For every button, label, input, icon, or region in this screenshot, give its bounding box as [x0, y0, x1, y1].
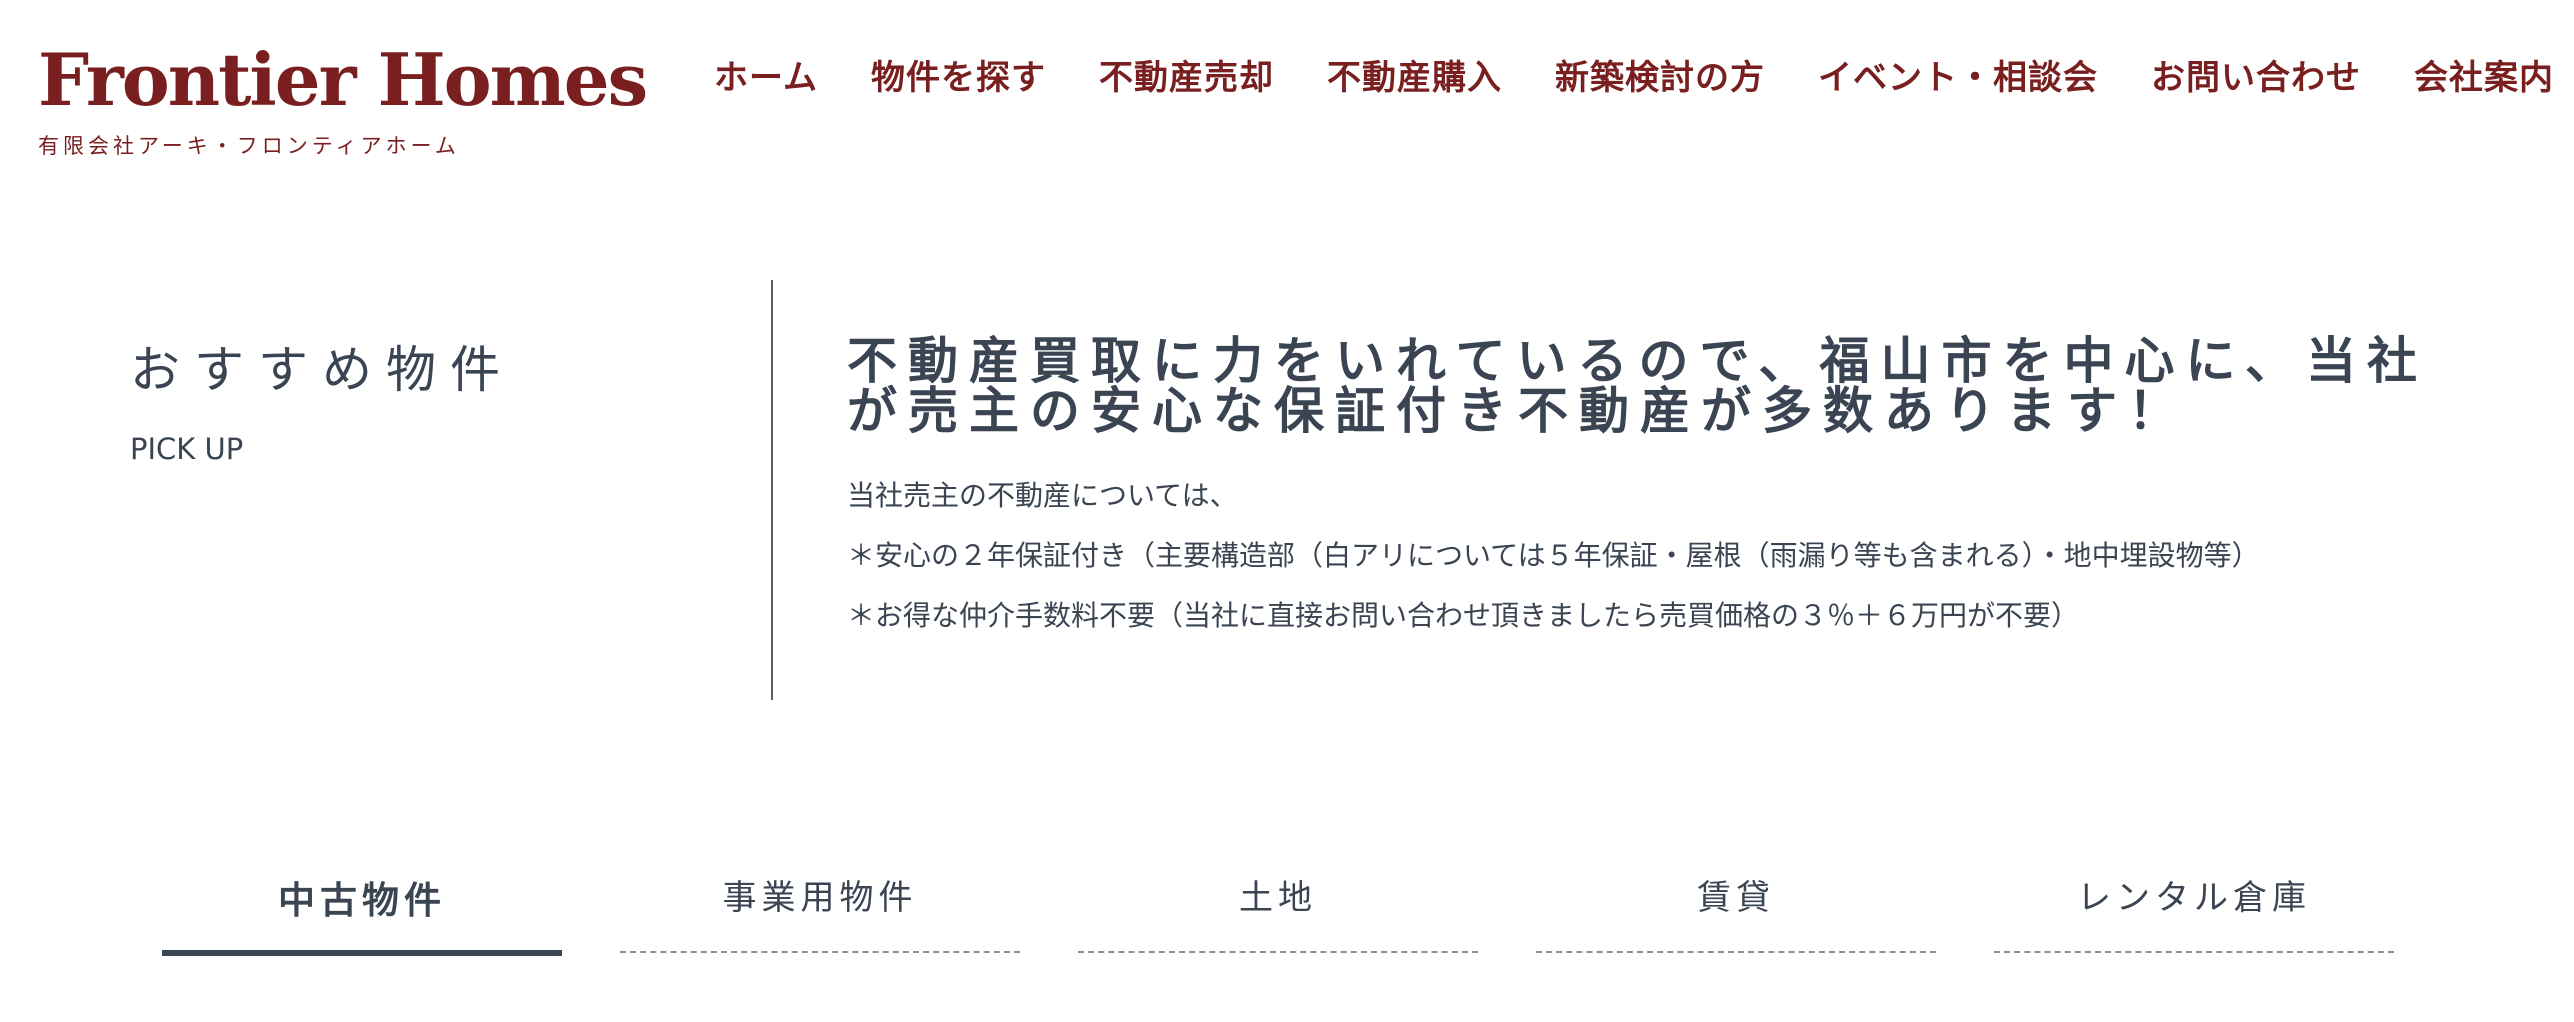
pickup-description: 当社売主の不動産については、 ＊安心の２年保証付き（主要構造部（白アリについては… [847, 466, 2420, 646]
nav-item-buy[interactable]: 不動産購入 [1327, 50, 1502, 99]
tab-rental[interactable]: 賃貸 [1536, 858, 1936, 953]
page: Frontier Homes 有限会社アーキ・フロンティアホーム ホーム 物件を… [0, 0, 2574, 1022]
tab-land[interactable]: 土地 [1078, 858, 1478, 953]
tab-underline [1994, 951, 2394, 953]
pickup-lead-line: が売主の安心な保証付き不動産が多数あります！ [847, 382, 2189, 440]
nav-item-events[interactable]: イベント・相談会 [1818, 50, 2098, 99]
pickup-lead-line: 不動産買取に力をいれているので、福山市を中心に、当社 [847, 332, 2428, 390]
pickup-desc-line: 当社売主の不動産については、 [847, 479, 1238, 512]
vertical-divider [771, 280, 773, 700]
pickup-lead: 不動産買取に力をいれているので、福山市を中心に、当社 が売主の安心な保証付き不動… [847, 336, 2420, 436]
nav-item-company[interactable]: 会社案内 [2414, 50, 2554, 99]
nav-item-sell[interactable]: 不動産売却 [1099, 50, 1274, 99]
nav-item-new-build[interactable]: 新築検討の方 [1555, 50, 1765, 99]
pickup-title: おすすめ物件 [130, 341, 514, 399]
tab-label: 賃貸 [1697, 878, 1775, 918]
pickup-content: 不動産買取に力をいれているので、福山市を中心に、当社 が売主の安心な保証付き不動… [847, 336, 2420, 646]
tab-label: 事業用物件 [722, 878, 918, 918]
site-logo[interactable]: Frontier Homes 有限会社アーキ・フロンティアホーム [38, 37, 648, 160]
tab-label: 土地 [1239, 878, 1317, 918]
tab-underline [1078, 951, 1478, 953]
nav-item-search-properties[interactable]: 物件を探す [871, 50, 1046, 99]
pickup-section: おすすめ物件 PICK UP 不動産買取に力をいれているので、福山市を中心に、当… [130, 280, 2420, 700]
pickup-desc-line: ＊お得な仲介手数料不要（当社に直接お問い合わせ頂きましたら売買価格の３％＋６万円… [847, 599, 2080, 632]
main-nav: ホーム 物件を探す 不動産売却 不動産購入 新築検討の方 イベント・相談会 お問… [714, 50, 2554, 99]
pickup-desc-line: ＊安心の２年保証付き（主要構造部（白アリについては５年保証・屋根（雨漏り等も含ま… [847, 539, 2260, 572]
nav-item-contact[interactable]: お問い合わせ [2151, 50, 2361, 99]
tab-underline-active [162, 950, 562, 956]
tab-underline [620, 951, 1020, 953]
nav-item-home[interactable]: ホーム [714, 50, 818, 99]
tab-underline [1536, 951, 1936, 953]
tab-rental-warehouse[interactable]: レンタル倉庫 [1994, 858, 2394, 953]
property-category-tabs: 中古物件 事業用物件 土地 賃貸 レンタル倉庫 [162, 858, 2396, 958]
tab-label: 中古物件 [278, 879, 446, 922]
logo-wordmark: Frontier Homes [38, 37, 648, 122]
tab-used-properties[interactable]: 中古物件 [162, 858, 562, 956]
pickup-heading: おすすめ物件 PICK UP [130, 330, 750, 466]
tab-label: レンタル倉庫 [2077, 878, 2311, 918]
logo-company-name: 有限会社アーキ・フロンティアホーム [38, 134, 460, 158]
pickup-subtitle: PICK UP [130, 432, 244, 466]
tab-commercial-properties[interactable]: 事業用物件 [620, 858, 1020, 953]
